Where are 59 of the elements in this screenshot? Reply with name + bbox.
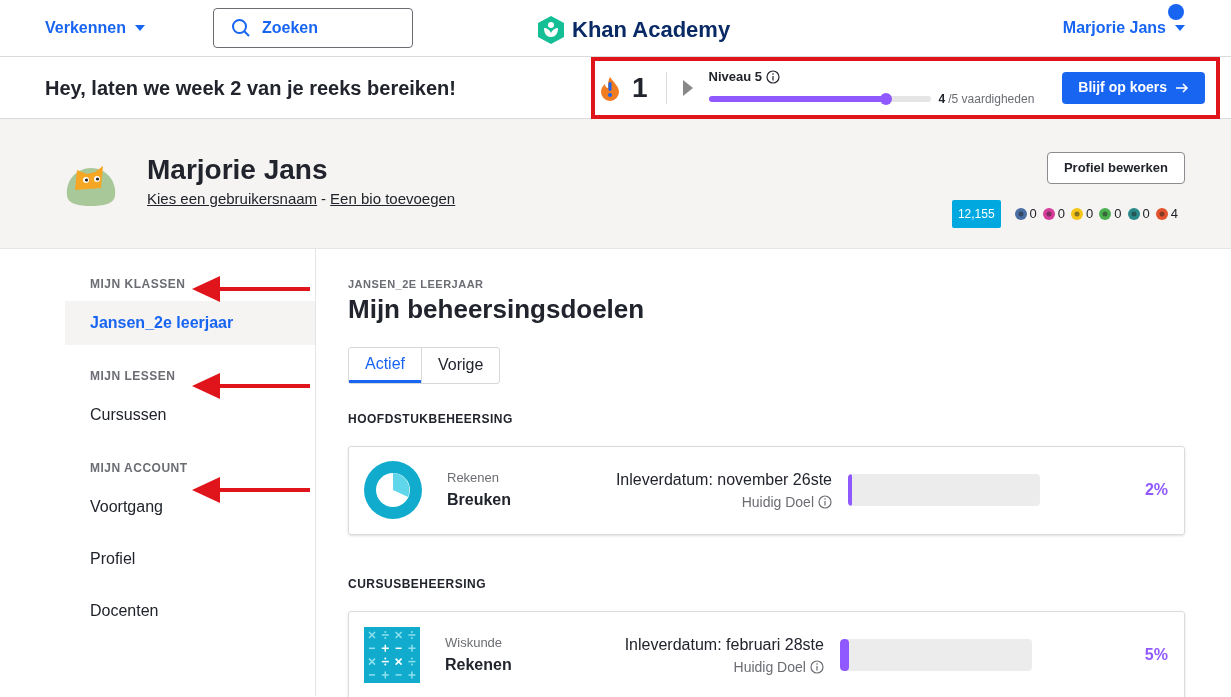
goal-card[interactable]: Wiskunde Rekenen Inleverdatum: februari 28ste Huidig Doel 5% [348, 610, 1185, 697]
goal-name: Rekenen [445, 654, 512, 675]
info-icon [818, 495, 832, 509]
hexagon-logo-icon [538, 15, 564, 44]
section-heading: MIJN LESSEN [90, 368, 176, 385]
edit-profile-button[interactable]: Profiel bewerken [1046, 152, 1185, 184]
goal-subject: Wiskunde [445, 634, 504, 653]
badge-count: 0 [1114, 205, 1122, 224]
search-icon [230, 18, 251, 38]
logo-text[interactable]: Khan Academy [572, 13, 731, 46]
choose-username-link[interactable]: Kies een gebruikersnaam [147, 188, 318, 211]
goal-card[interactable]: Rekenen Breuken Inleverdatum: november 26ste Huidig Doel 2% [348, 445, 1185, 535]
badge-count: 4 [1170, 205, 1178, 224]
sidebar-item[interactable]: Jansen_2e leerjaar [65, 301, 315, 345]
level-label: Niveau 5 [708, 67, 763, 86]
goal-subject: Rekenen [447, 469, 501, 488]
caret-icon [1174, 24, 1186, 32]
section-heading: HOOFDSTUKBEHEERSING [348, 410, 514, 428]
search-field[interactable]: Zoeken [212, 8, 413, 48]
profile-name: Marjorie Jans [147, 153, 329, 187]
due-date: Inleverdatum: februari 28ste [624, 634, 824, 655]
separator: - [321, 189, 327, 209]
progress-percent: 5% [1144, 645, 1168, 665]
add-bio-link[interactable]: Een bio toevoegen [330, 188, 456, 211]
info-icon [809, 660, 824, 674]
tab[interactable]: Actief [349, 347, 421, 383]
current-goal-label: Huidig Doel [741, 492, 814, 512]
points-badge: 12,155 [951, 200, 1001, 228]
current-goal-label: Huidig Doel [733, 657, 806, 677]
tab[interactable]: Vorige [421, 347, 500, 383]
stay-on-track-button[interactable]: Blijf op koers [1062, 71, 1205, 104]
section-heading: MIJN ACCOUNT [90, 460, 188, 477]
badge-count: 0 [1086, 205, 1094, 224]
skills-done: 4 [938, 91, 946, 109]
arrow-right-icon [1175, 81, 1189, 94]
progress-percent: 2% [1144, 480, 1168, 500]
sidebar-item[interactable]: Docenten [65, 589, 315, 633]
play-icon [682, 79, 693, 96]
badge-count: 0 [1142, 205, 1150, 224]
sidebar-item[interactable]: Cursussen [65, 393, 315, 437]
section-heading: MIJN KLASSEN [90, 276, 186, 293]
section-heading: CURSUSBEHEERSING [348, 575, 488, 593]
due-date: Inleverdatum: november 26ste [615, 469, 832, 490]
user-menu[interactable]: Marjorie Jans [1062, 16, 1186, 40]
caret-icon [133, 24, 146, 32]
math-symbols-icon [364, 627, 420, 683]
class-label: JANSEN_2E LEERJAAR [348, 277, 485, 292]
badge-count: 0 [1057, 205, 1066, 224]
pie-chart-icon [364, 461, 422, 519]
page-title: Mijn beheersingsdoelen [348, 292, 646, 325]
sidebar-item[interactable]: Profiel [65, 537, 315, 581]
sidebar-item[interactable]: Voortgang [65, 485, 315, 529]
badge-count: 0 [1029, 205, 1037, 224]
goal-name: Breuken [447, 489, 512, 510]
skills-total: /5 vaardigheden [948, 91, 1035, 109]
info-icon [766, 69, 781, 84]
streak-message: Hey, laten we week 2 van je reeks bereiken! [45, 75, 456, 101]
explore-menu[interactable]: Verkennen [45, 16, 146, 40]
streak-count: 1 [631, 70, 648, 105]
